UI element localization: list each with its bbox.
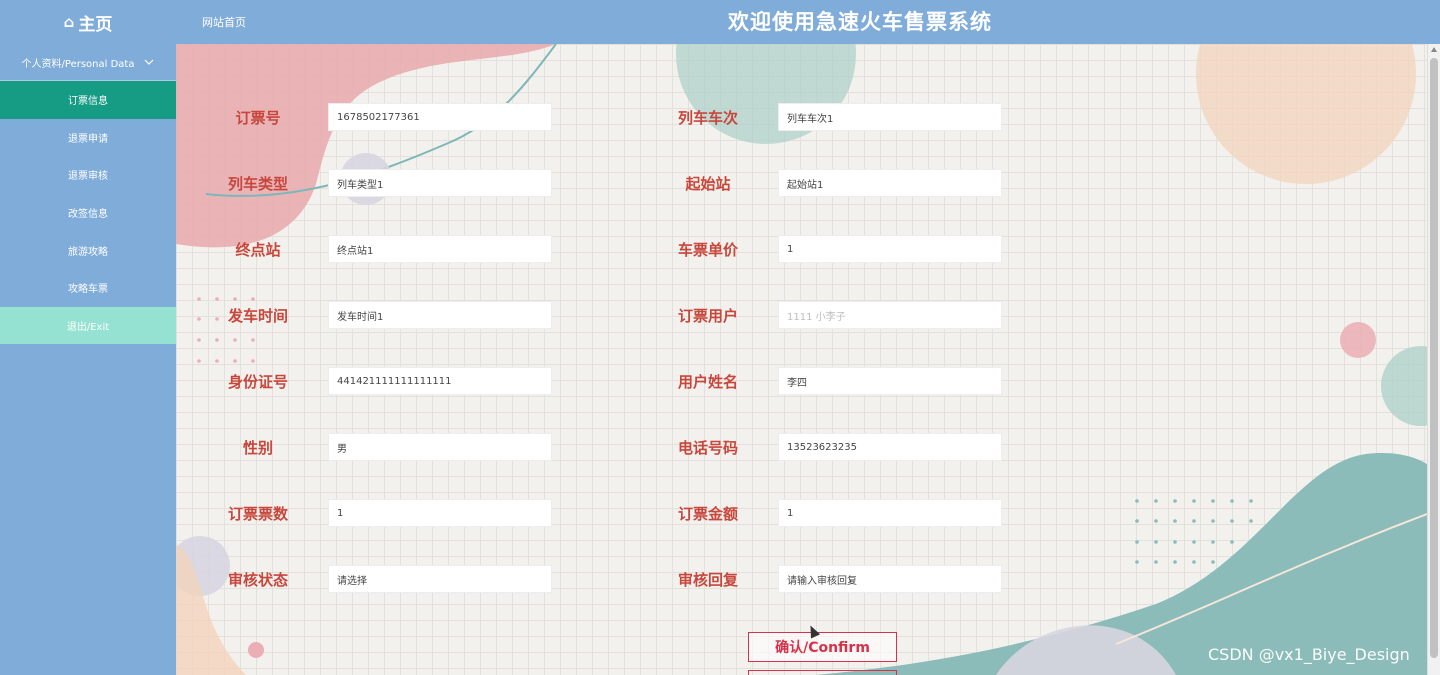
- form-row-destination: 终点站 终点站1: [188, 235, 552, 263]
- field-label: 起始站: [685, 174, 731, 193]
- ticket-price-field[interactable]: 1: [778, 235, 1002, 263]
- train-number-field[interactable]: 列车车次1: [778, 103, 1002, 131]
- origin-field[interactable]: 起始站1: [778, 169, 1002, 197]
- field-label: 车票单价: [677, 240, 738, 259]
- field-label: 发车时间: [227, 306, 288, 325]
- top-bar: ⌂ 主页 网站首页 欢迎使用急速火车售票系统: [0, 0, 1440, 44]
- field-label: 订票用户: [677, 306, 738, 325]
- form-row-origin: 起始站 起始站1: [638, 169, 1002, 197]
- vertical-scrollbar[interactable]: [1427, 44, 1440, 675]
- form-row-review-reply: 审核回复 请输入审核回复: [638, 565, 1002, 593]
- amount-field[interactable]: 1: [778, 499, 1002, 527]
- scrollbar-thumb[interactable]: [1430, 58, 1438, 658]
- form-row-amount: 订票金额 1: [638, 499, 1002, 527]
- destination-field[interactable]: 终点站1: [328, 235, 552, 263]
- field-label: 身份证号: [227, 372, 288, 391]
- field-label: 终点站: [235, 240, 281, 259]
- form-row-gender: 性别 男: [188, 433, 552, 461]
- field-label: 列车类型: [227, 174, 288, 193]
- form-row-review-status: 审核状态 请选择: [188, 565, 552, 593]
- home-label: 主页: [78, 14, 113, 35]
- train-type-field[interactable]: 列车类型1: [328, 169, 552, 197]
- departure-time-field[interactable]: 发车时间1: [328, 301, 552, 329]
- chevron-down-icon: [144, 57, 154, 68]
- field-label: 列车车次: [677, 108, 738, 127]
- form-row-booking-no: 订票号 1678502177361: [188, 103, 552, 131]
- phone-field[interactable]: 13523623235: [778, 433, 1002, 461]
- sidebar-group-label: 个人资料/Personal Data: [21, 58, 135, 70]
- field-label: 性别: [242, 438, 273, 457]
- site-home-link[interactable]: 网站首页: [202, 14, 246, 30]
- sidebar-item-change-info[interactable]: 改签信息: [0, 194, 176, 232]
- sidebar-item-refund-request[interactable]: 退票申请: [0, 119, 176, 157]
- sidebar-item-exit[interactable]: 退出/Exit: [0, 306, 176, 345]
- form-row-phone: 电话号码 13523623235: [638, 433, 1002, 461]
- ticket-count-field[interactable]: 1: [328, 499, 552, 527]
- sidebar-group-personal-data[interactable]: 个人资料/Personal Data: [0, 44, 176, 81]
- field-label: 审核状态: [227, 570, 288, 589]
- field-label: 用户姓名: [677, 372, 738, 391]
- form-row-train-type: 列车类型 列车类型1: [188, 169, 552, 197]
- form-row-id-number: 身份证号 441421111111111111: [188, 367, 552, 395]
- form-row-departure-time: 发车时间 发车时间1: [188, 301, 552, 329]
- form-row-ticket-price: 车票单价 1: [638, 235, 1002, 263]
- field-label: 订票票数: [227, 504, 288, 523]
- form-row-ticket-count: 订票票数 1: [188, 499, 552, 527]
- sidebar-item-refund-review[interactable]: 退票审核: [0, 156, 176, 194]
- home-link[interactable]: ⌂ 主页: [0, 0, 176, 44]
- field-label: 订票号: [235, 108, 281, 127]
- form-row-train-number: 列车车次 列车车次1: [638, 103, 1002, 131]
- field-label: 订票金额: [677, 504, 738, 523]
- field-label: 电话号码: [677, 438, 738, 457]
- form-row-booking-user: 订票用户 1111 小李子: [638, 301, 1002, 329]
- sidebar-item-guide-tickets[interactable]: 攻略车票: [0, 269, 176, 307]
- page-title: 欢迎使用急速火车售票系统: [728, 10, 992, 34]
- sidebar-item-booking-info[interactable]: 订票信息: [0, 81, 176, 119]
- sidebar: 个人资料/Personal Data 订票信息 退票申请 退票审核 改签信息 旅…: [0, 44, 176, 675]
- id-number-field[interactable]: 441421111111111111: [328, 367, 552, 395]
- sidebar-item-travel-guide[interactable]: 旅游攻略: [0, 231, 176, 269]
- field-label: 审核回复: [677, 570, 738, 589]
- gender-field[interactable]: 男: [328, 433, 552, 461]
- review-status-select[interactable]: 请选择: [328, 565, 552, 593]
- form-row-user-name: 用户姓名 李四: [638, 367, 1002, 395]
- user-name-field[interactable]: 李四: [778, 367, 1002, 395]
- booking-user-field[interactable]: 1111 小李子: [778, 301, 1002, 329]
- secondary-button[interactable]: [748, 670, 897, 675]
- home-icon: ⌂: [63, 13, 75, 31]
- confirm-button[interactable]: 确认/Confirm: [748, 632, 897, 662]
- scroll-up-arrow-icon[interactable]: [1431, 47, 1437, 52]
- booking-no-field[interactable]: 1678502177361: [328, 103, 552, 131]
- review-reply-field[interactable]: 请输入审核回复: [778, 565, 1002, 593]
- watermark: CSDN @vx1_Biye_Design: [1208, 645, 1410, 664]
